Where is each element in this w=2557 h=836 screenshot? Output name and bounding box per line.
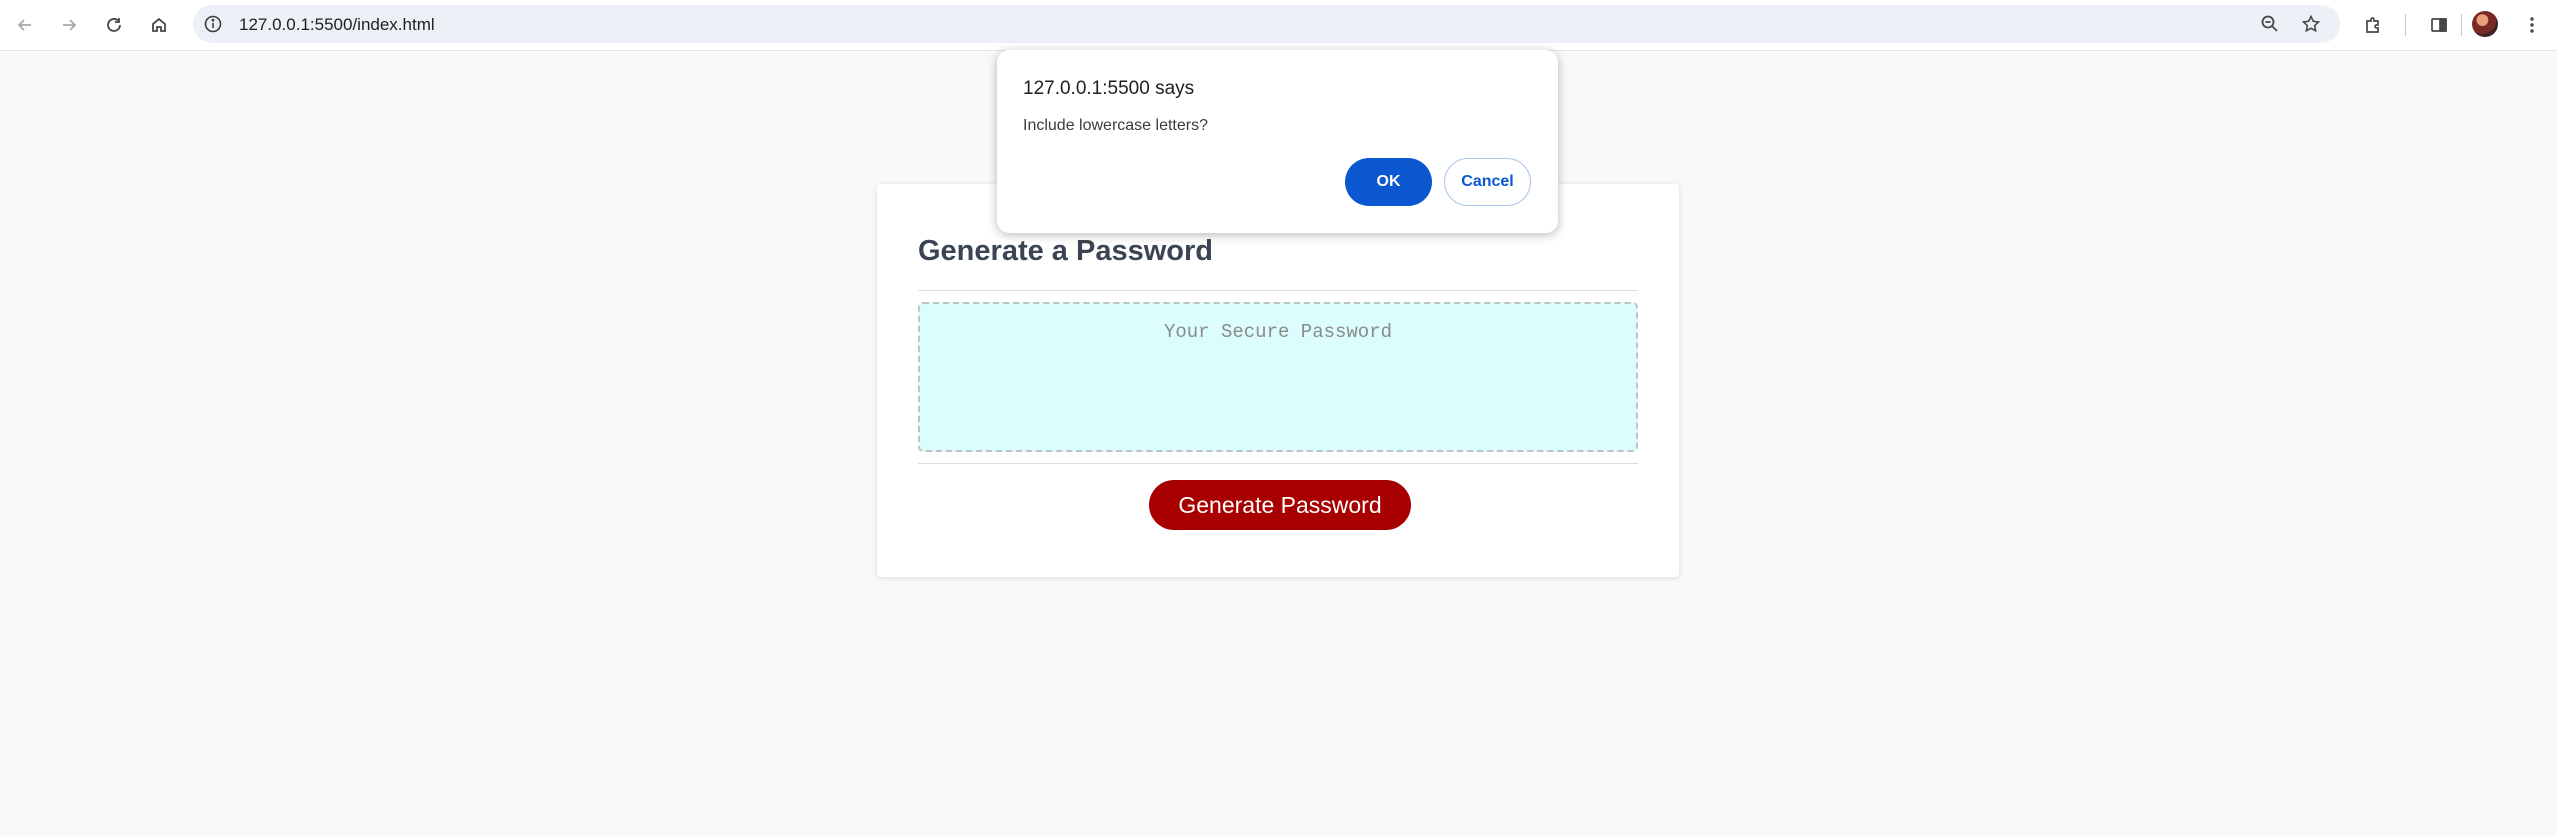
header-divider — [918, 290, 1638, 291]
toolbar-separator — [2405, 14, 2406, 36]
footer-divider — [918, 463, 1638, 464]
toolbar-separator — [2461, 14, 2462, 36]
dialog-message: Include lowercase letters? — [1023, 117, 1208, 134]
url-text[interactable]: 127.0.0.1:5500/index.html — [239, 15, 435, 35]
back-icon[interactable] — [10, 10, 40, 40]
site-info-icon[interactable] — [203, 14, 223, 34]
password-output[interactable] — [918, 302, 1638, 452]
password-generator-card: Generate a Password Generate Password — [877, 184, 1679, 577]
cancel-button[interactable]: Cancel — [1444, 158, 1531, 206]
home-icon[interactable] — [144, 10, 174, 40]
browser-toolbar: 127.0.0.1:5500/index.html — [0, 0, 2557, 51]
confirm-dialog: 127.0.0.1:5500 says Include lowercase le… — [997, 50, 1558, 233]
reload-icon[interactable] — [99, 10, 129, 40]
menu-icon[interactable] — [2517, 10, 2547, 40]
generate-password-button[interactable]: Generate Password — [1149, 480, 1411, 530]
ok-button[interactable]: OK — [1345, 158, 1432, 206]
side-panel-icon[interactable] — [2424, 10, 2454, 40]
bookmark-star-icon[interactable] — [2301, 14, 2321, 34]
page-title: Generate a Password — [918, 235, 1213, 267]
profile-avatar[interactable] — [2472, 11, 2498, 37]
address-bar[interactable]: 127.0.0.1:5500/index.html — [193, 5, 2340, 43]
forward-icon[interactable] — [54, 10, 84, 40]
dialog-title: 127.0.0.1:5500 says — [1023, 78, 1195, 99]
zoom-icon[interactable] — [2260, 14, 2280, 34]
extensions-icon[interactable] — [2358, 10, 2388, 40]
